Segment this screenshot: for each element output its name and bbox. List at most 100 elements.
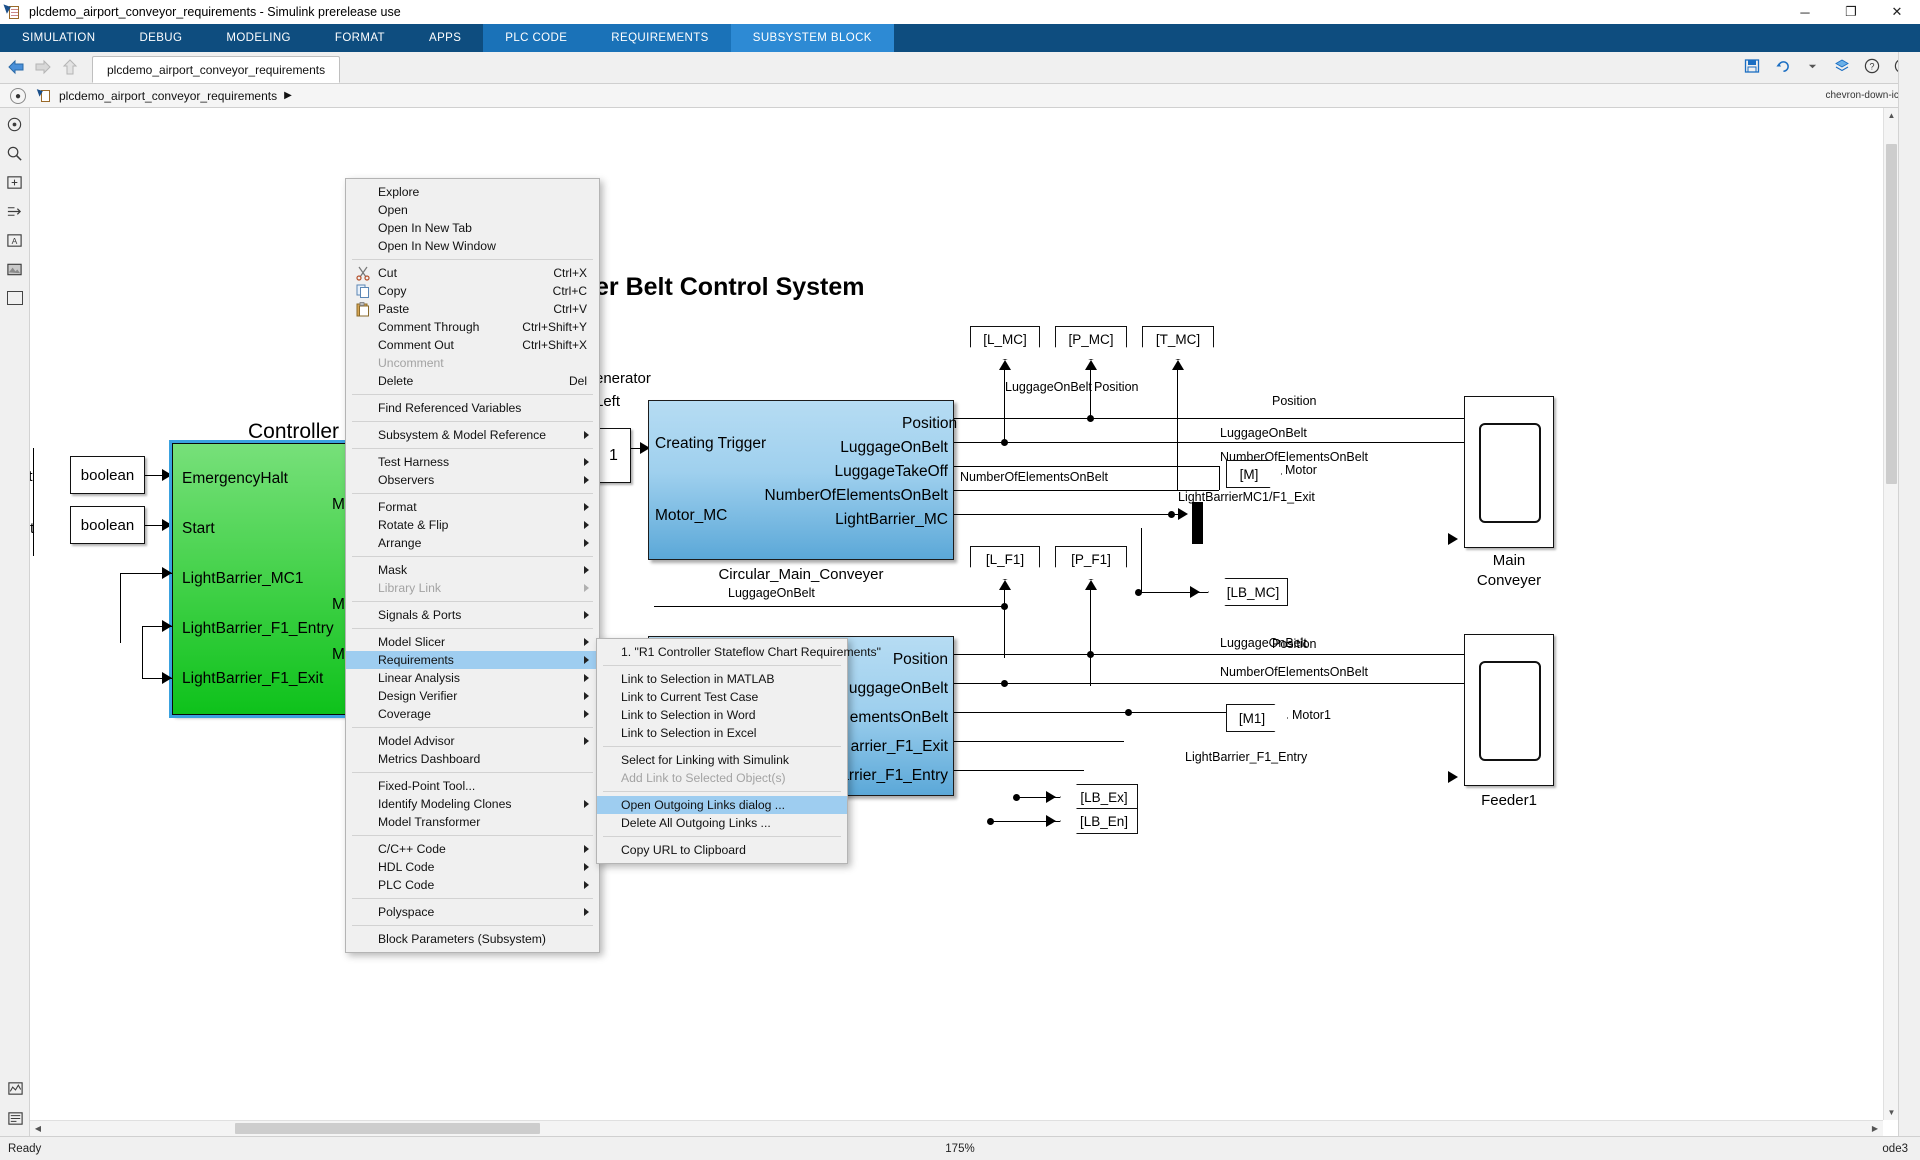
up-arrow-icon[interactable] bbox=[60, 58, 80, 76]
menu-item-select-for-linking-with-simulink[interactable]: Select for Linking with Simulink bbox=[597, 751, 847, 769]
menu-item-polyspace[interactable]: Polyspace bbox=[346, 903, 599, 921]
menu-item-copy[interactable]: CopyCtrl+C bbox=[346, 282, 599, 300]
menu-item-requirements[interactable]: Requirements bbox=[346, 651, 599, 669]
area-icon[interactable] bbox=[5, 288, 25, 308]
breadcrumb-caret[interactable]: ▶ bbox=[284, 90, 292, 101]
ribbon-tab-subsystem-block[interactable]: SUBSYSTEM BLOCK bbox=[731, 24, 894, 52]
menu-item-open[interactable]: Open bbox=[346, 201, 599, 219]
goto-tag-p-f1[interactable]: [P_F1] bbox=[1055, 546, 1127, 580]
menu-item-linear-analysis[interactable]: Linear Analysis bbox=[346, 669, 599, 687]
model-canvas[interactable]: er Belt Control System boolean boolean l… bbox=[30, 108, 1898, 1136]
menu-item-link-to-selection-in-excel[interactable]: Link to Selection in Excel bbox=[597, 724, 847, 742]
image-icon[interactable] bbox=[5, 259, 25, 279]
property-inspector-rail[interactable]: Property Inspector bbox=[1898, 52, 1920, 1136]
menu-item-delete[interactable]: DeleteDel bbox=[346, 372, 599, 390]
ribbon-tab-apps[interactable]: APPS bbox=[407, 24, 483, 52]
goto-tag-l-f1[interactable]: [L_F1] bbox=[970, 546, 1040, 580]
goto-tag-lb-mc[interactable]: [LB_MC] bbox=[1208, 578, 1288, 606]
collapse-icon[interactable]: ● bbox=[10, 88, 26, 104]
close-button[interactable]: ✕ bbox=[1874, 0, 1920, 24]
menu-item-fixed-point-tool[interactable]: Fixed-Point Tool... bbox=[346, 777, 599, 795]
vertical-scroll-thumb[interactable] bbox=[1886, 144, 1897, 484]
goto-tag-lb-en[interactable]: [LB_En] bbox=[1060, 808, 1138, 834]
menu-item-link-to-selection-in-word[interactable]: Link to Selection in Word bbox=[597, 706, 847, 724]
menu-item-c-c-code[interactable]: C/C++ Code bbox=[346, 840, 599, 858]
constant-block[interactable]: 1 bbox=[596, 428, 631, 483]
menu-item-open-in-new-window[interactable]: Open In New Window bbox=[346, 237, 599, 255]
goto-tag-l-mc[interactable]: [L_MC] bbox=[970, 326, 1040, 360]
undo-icon[interactable] bbox=[1772, 56, 1792, 76]
maximize-button[interactable]: ❐ bbox=[1828, 0, 1874, 24]
zoom-region-icon[interactable] bbox=[5, 172, 25, 192]
feeder-scope-block[interactable] bbox=[1464, 634, 1554, 786]
menu-item-1-r1-controller-stateflow-chart-requirements[interactable]: 1. "R1 Controller Stateflow Chart Requir… bbox=[597, 643, 847, 661]
mux-block[interactable] bbox=[1192, 502, 1203, 544]
menu-item-arrange[interactable]: Arrange bbox=[346, 534, 599, 552]
ribbon-tab-debug[interactable]: DEBUG bbox=[117, 24, 204, 52]
ribbon-tab-format[interactable]: FORMAT bbox=[313, 24, 407, 52]
goto-tag-p-mc[interactable]: [P_MC] bbox=[1055, 326, 1127, 360]
menu-item-format[interactable]: Format bbox=[346, 498, 599, 516]
requirements-submenu[interactable]: 1. "R1 Controller Stateflow Chart Requir… bbox=[596, 638, 848, 864]
goto-tag-t-mc[interactable]: [T_MC] bbox=[1142, 326, 1214, 360]
menu-item-subsystem-model-reference[interactable]: Subsystem & Model Reference bbox=[346, 426, 599, 444]
breadcrumb-path[interactable]: plcdemo_airport_conveyor_requirements bbox=[59, 89, 277, 103]
menu-item-link-to-current-test-case[interactable]: Link to Current Test Case bbox=[597, 688, 847, 706]
menu-item-signals-ports[interactable]: Signals & Ports bbox=[346, 606, 599, 624]
layers-icon[interactable] bbox=[1832, 56, 1852, 76]
menu-item-rotate-flip[interactable]: Rotate & Flip bbox=[346, 516, 599, 534]
menu-item-open-outgoing-links-dialog[interactable]: Open Outgoing Links dialog ... bbox=[597, 796, 847, 814]
zoom-icon[interactable] bbox=[5, 143, 25, 163]
boolean-block-1[interactable]: boolean bbox=[70, 456, 145, 494]
menu-item-design-verifier[interactable]: Design Verifier bbox=[346, 687, 599, 705]
annotation-icon[interactable]: A bbox=[5, 230, 25, 250]
goto-tag-m[interactable]: [M] bbox=[1226, 460, 1282, 488]
minimize-button[interactable]: ─ bbox=[1782, 0, 1828, 24]
goto-tag-m1[interactable]: [M1] bbox=[1226, 704, 1288, 732]
menu-item-copy-url-to-clipboard[interactable]: Copy URL to Clipboard bbox=[597, 841, 847, 859]
menu-item-mask[interactable]: Mask bbox=[346, 561, 599, 579]
menu-item-delete-all-outgoing-links[interactable]: Delete All Outgoing Links ... bbox=[597, 814, 847, 832]
scroll-up-icon[interactable]: ▲ bbox=[1884, 108, 1899, 123]
menu-item-plc-code[interactable]: PLC Code bbox=[346, 876, 599, 894]
menu-item-metrics-dashboard[interactable]: Metrics Dashboard bbox=[346, 750, 599, 768]
help-icon[interactable]: ? bbox=[1862, 56, 1882, 76]
ribbon-tab-simulation[interactable]: SIMULATION bbox=[0, 24, 117, 52]
save-icon[interactable] bbox=[1742, 56, 1762, 76]
pan-icon[interactable] bbox=[5, 201, 25, 221]
redo-icon[interactable] bbox=[1802, 56, 1822, 76]
menu-item-open-in-new-tab[interactable]: Open In New Tab bbox=[346, 219, 599, 237]
vertical-scrollbar[interactable]: ▲ ▼ bbox=[1883, 108, 1898, 1120]
menu-item-paste[interactable]: PasteCtrl+V bbox=[346, 300, 599, 318]
scroll-right-icon[interactable]: ▶ bbox=[1867, 1121, 1883, 1136]
menu-item-model-slicer[interactable]: Model Slicer bbox=[346, 633, 599, 651]
ribbon-tab-modeling[interactable]: MODELING bbox=[204, 24, 313, 52]
menu-item-block-parameters-subsystem[interactable]: Block Parameters (Subsystem) bbox=[346, 930, 599, 948]
ribbon-tab-plc-code[interactable]: PLC CODE bbox=[483, 24, 589, 52]
goto-tag-lb-ex[interactable]: [LB_Ex] bbox=[1060, 784, 1138, 810]
scroll-left-icon[interactable]: ◀ bbox=[30, 1121, 46, 1136]
simulation-data-inspector-icon[interactable] bbox=[5, 1078, 25, 1098]
menu-item-comment-out[interactable]: Comment OutCtrl+Shift+X bbox=[346, 336, 599, 354]
fit-to-view-icon[interactable] bbox=[5, 114, 25, 134]
menu-item-coverage[interactable]: Coverage bbox=[346, 705, 599, 723]
menu-item-explore[interactable]: Explore bbox=[346, 183, 599, 201]
ribbon-tab-requirements[interactable]: REQUIREMENTS bbox=[589, 24, 730, 52]
forward-arrow-icon[interactable] bbox=[33, 58, 53, 76]
menu-item-find-referenced-variables[interactable]: Find Referenced Variables bbox=[346, 399, 599, 417]
logging-icon[interactable] bbox=[5, 1108, 25, 1128]
block-context-menu[interactable]: ExploreOpenOpen In New TabOpen In New Wi… bbox=[345, 178, 600, 953]
menu-item-model-transformer[interactable]: Model Transformer bbox=[346, 813, 599, 831]
horizontal-scrollbar[interactable]: ◀ ▶ bbox=[30, 1120, 1883, 1136]
menu-item-test-harness[interactable]: Test Harness bbox=[346, 453, 599, 471]
scroll-down-icon[interactable]: ▼ bbox=[1884, 1105, 1899, 1120]
main-conveyer-scope-block[interactable] bbox=[1464, 396, 1554, 548]
document-tab[interactable]: plcdemo_airport_conveyor_requirements bbox=[92, 56, 340, 83]
menu-item-link-to-selection-in-matlab[interactable]: Link to Selection in MATLAB bbox=[597, 670, 847, 688]
boolean-block-2[interactable]: boolean bbox=[70, 506, 145, 544]
menu-item-comment-through[interactable]: Comment ThroughCtrl+Shift+Y bbox=[346, 318, 599, 336]
menu-item-identify-modeling-clones[interactable]: Identify Modeling Clones bbox=[346, 795, 599, 813]
menu-item-cut[interactable]: CutCtrl+X bbox=[346, 264, 599, 282]
horizontal-scroll-thumb[interactable] bbox=[235, 1123, 540, 1134]
menu-item-model-advisor[interactable]: Model Advisor bbox=[346, 732, 599, 750]
